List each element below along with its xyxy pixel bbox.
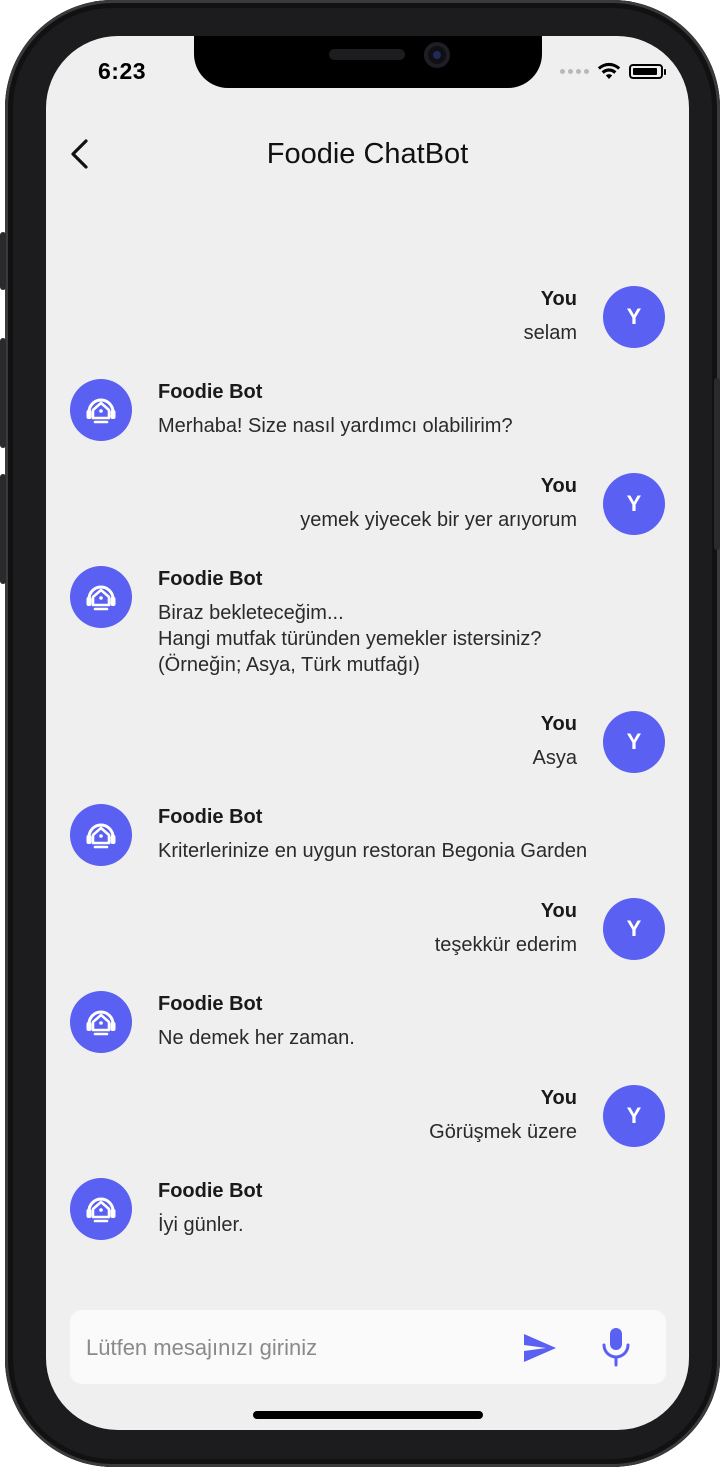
support-agent-icon	[86, 1010, 116, 1036]
sender-name: You	[540, 475, 577, 497]
support-agent-icon	[86, 1197, 116, 1223]
message-text: yemek yiyecek bir yer arıyorum	[300, 509, 577, 531]
message-content: Foodie Bot Ne demek her zaman.	[158, 991, 678, 1051]
message-content: You Asya	[97, 711, 577, 771]
phone-frame: 6:23 Foodie ChatBot You selam Y Foodie B…	[0, 0, 720, 1467]
silent-switch	[0, 232, 6, 290]
message-content: You teşekkür ederim	[97, 898, 577, 958]
sender-name: Foodie Bot	[158, 806, 263, 828]
message-composer	[70, 1310, 666, 1386]
message-line: Merhaba! Size nasıl yardımcı olabilirim?	[158, 415, 513, 437]
message-content: You Görüşmek üzere	[97, 1085, 577, 1145]
message-text: teşekkür ederim	[434, 934, 577, 956]
message-line: Ne demek her zaman.	[158, 1027, 355, 1049]
message-input[interactable]	[84, 1310, 488, 1386]
microphone-icon	[602, 1328, 630, 1367]
home-indicator[interactable]	[253, 1411, 483, 1419]
user-avatar: Y	[603, 711, 665, 773]
message-line: İyi günler.	[158, 1214, 244, 1236]
message-content: Foodie Bot İyi günler.	[158, 1178, 678, 1238]
battery-icon	[629, 63, 666, 79]
message-content: Foodie Bot Kriterlerinize en uygun resto…	[158, 804, 678, 864]
sender-name: You	[540, 1087, 577, 1109]
message-text: Asya	[532, 747, 577, 769]
sender-name: You	[540, 713, 577, 735]
user-avatar: Y	[603, 473, 665, 535]
sender-name: You	[540, 900, 577, 922]
bot-avatar	[70, 1178, 132, 1240]
message-text: Kriterlerinize en uygun restoran Begonia…	[158, 838, 678, 864]
speaker-grille	[329, 49, 405, 60]
bot-avatar	[70, 379, 132, 441]
sender-name: You	[540, 288, 577, 310]
sender-name: Foodie Bot	[158, 381, 263, 403]
message-text: Merhaba! Size nasıl yardımcı olabilirim?	[158, 413, 678, 439]
sender-name: Foodie Bot	[158, 993, 263, 1015]
notch	[194, 36, 542, 88]
page-title: Foodie ChatBot	[266, 138, 469, 170]
message-text: Görüşmek üzere	[429, 1121, 577, 1143]
message-text: selam	[523, 322, 577, 344]
user-avatar: Y	[603, 1085, 665, 1147]
cellular-signal-icon	[560, 68, 589, 74]
message-line: (Örneğin; Asya, Türk mutfağı)	[158, 654, 420, 676]
message-content: You selam	[97, 286, 577, 346]
bot-avatar	[70, 991, 132, 1053]
screen: 6:23 Foodie ChatBot You selam Y Foodie B…	[46, 36, 689, 1430]
power-button	[714, 378, 720, 550]
message-content: Foodie Bot Biraz bekleteceğim... Hangi m…	[158, 566, 678, 678]
status-icons	[560, 62, 666, 80]
bot-avatar	[70, 566, 132, 628]
send-button[interactable]	[522, 1330, 558, 1366]
sender-name: Foodie Bot	[158, 1180, 263, 1202]
user-avatar: Y	[603, 898, 665, 960]
message-text: İyi günler.	[158, 1212, 678, 1238]
volume-down-button	[0, 474, 6, 584]
message-content: Foodie Bot Merhaba! Size nasıl yardımcı …	[158, 379, 678, 439]
message-line: Biraz bekleteceğim...	[158, 602, 344, 624]
support-agent-icon	[86, 398, 116, 424]
status-time: 6:23	[98, 58, 147, 84]
support-agent-icon	[86, 823, 116, 849]
message-text: Biraz bekleteceğim... Hangi mutfak türün…	[158, 600, 678, 678]
app-header: Foodie ChatBot	[46, 126, 689, 186]
support-agent-icon	[86, 585, 116, 611]
microphone-button[interactable]	[600, 1326, 632, 1368]
message-line: Hangi mutfak türünden yemekler istersini…	[158, 628, 542, 650]
volume-up-button	[0, 338, 6, 448]
send-icon	[524, 1334, 556, 1362]
sender-name: Foodie Bot	[158, 568, 263, 590]
wifi-icon	[597, 62, 621, 79]
message-line: Kriterlerinize en uygun restoran Begonia…	[158, 840, 588, 862]
front-camera	[424, 42, 450, 68]
message-text: Ne demek her zaman.	[158, 1025, 678, 1051]
message-content: You yemek yiyecek bir yer arıyorum	[97, 473, 577, 533]
bot-avatar	[70, 804, 132, 866]
user-avatar: Y	[603, 286, 665, 348]
